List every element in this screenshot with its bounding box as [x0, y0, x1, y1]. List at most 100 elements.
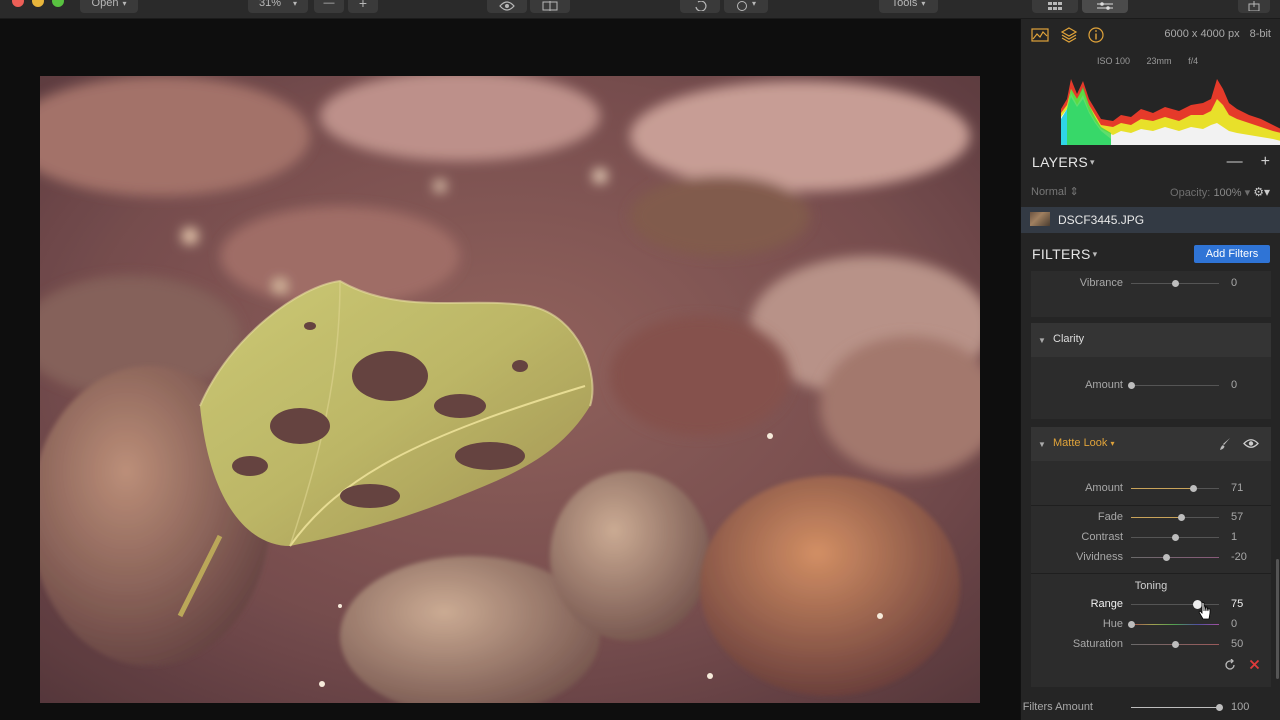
edit-view-button[interactable]: [1082, 0, 1128, 13]
opacity-control[interactable]: Opacity: 100% ▾ ⚙▾: [1170, 185, 1270, 199]
toolbar: Open ▾ 31% ▾ — + ▾ Tools ▾: [0, 0, 1280, 19]
fade-knob[interactable]: [1178, 514, 1186, 521]
filters-amount-track[interactable]: [1131, 704, 1223, 711]
fade-track[interactable]: [1131, 514, 1219, 521]
add-layer-button[interactable]: +: [1261, 153, 1270, 170]
chevron-down-icon: ▾: [1090, 157, 1095, 167]
reset-icon[interactable]: [1224, 659, 1236, 671]
layer-name: DSCF3445.JPG: [1058, 213, 1145, 227]
matte-amount-knob[interactable]: [1190, 485, 1198, 492]
photo-preview[interactable]: [40, 76, 980, 703]
contrast-knob[interactable]: [1172, 534, 1179, 541]
matte-look-header[interactable]: ▼ Matte Look ▾: [1031, 427, 1271, 461]
layers-icon[interactable]: [1060, 26, 1078, 44]
close-icon[interactable]: [1249, 659, 1260, 670]
filters-scrollbar[interactable]: [1276, 559, 1279, 679]
contrast-slider[interactable]: Contrast 1: [1031, 531, 1271, 545]
saturation-slider[interactable]: Saturation 50: [1031, 638, 1271, 652]
updown-icon: ⇕: [1069, 186, 1079, 198]
aperture-value: f/4: [1188, 56, 1199, 66]
history-icon: [736, 1, 747, 11]
clarity-amount-value: 0: [1231, 379, 1238, 391]
filters-amount-knob[interactable]: [1216, 704, 1223, 711]
vibrance-knob[interactable]: [1172, 280, 1179, 287]
preview-button[interactable]: [487, 0, 527, 13]
range-slider[interactable]: Range 75: [1031, 598, 1271, 612]
zoom-out-label: —: [323, 0, 335, 9]
contrast-track[interactable]: [1131, 534, 1219, 541]
share-icon: [1248, 1, 1260, 11]
saturation-track[interactable]: [1131, 641, 1219, 648]
matte-look-title-label: Matte Look: [1053, 437, 1108, 449]
vibrance-slider[interactable]: Vibrance 0: [1031, 277, 1271, 291]
collapse-triangle-icon[interactable]: ▼: [1038, 440, 1046, 449]
compare-button[interactable]: [530, 0, 570, 13]
filters-amount-fill: [1131, 707, 1219, 708]
clarity-amount-track[interactable]: [1128, 382, 1219, 389]
filters-amount-value: 100: [1231, 701, 1250, 713]
zoom-out-button[interactable]: —: [314, 0, 344, 13]
info-icon[interactable]: [1087, 26, 1105, 44]
layers-title[interactable]: LAYERS ▾: [1032, 154, 1095, 170]
contrast-label: Contrast: [1081, 531, 1123, 543]
zoom-in-button[interactable]: +: [348, 0, 378, 13]
clarity-amount-slider[interactable]: Amount 0: [1031, 379, 1271, 393]
close-window-button[interactable]: [12, 0, 24, 7]
eye-icon[interactable]: [1243, 438, 1259, 449]
previous-filter-card: Vibrance 0: [1031, 271, 1271, 317]
minimize-window-button[interactable]: [32, 0, 44, 7]
zoom-select[interactable]: 31% ▾: [248, 0, 308, 13]
opacity-value: 100%: [1213, 187, 1242, 199]
clarity-header[interactable]: ▼ Clarity: [1031, 323, 1271, 357]
layer-row[interactable]: DSCF3445.JPG: [1021, 207, 1280, 233]
clarity-amount-label: Amount: [1085, 379, 1123, 391]
histogram-icon[interactable]: [1031, 26, 1049, 44]
image-canvas[interactable]: [0, 19, 1020, 720]
open-button[interactable]: Open ▾: [80, 0, 138, 13]
undo-button[interactable]: [680, 0, 720, 13]
fade-label: Fade: [1097, 511, 1123, 523]
mouse-cursor-icon: [1198, 601, 1211, 620]
vividness-track[interactable]: [1131, 554, 1219, 561]
saturation-knob[interactable]: [1172, 641, 1179, 648]
matte-amount-track[interactable]: [1131, 485, 1219, 492]
matte-amount-value: 71: [1231, 482, 1244, 494]
browse-view-button[interactable]: [1032, 0, 1078, 13]
fade-slider[interactable]: Fade 57: [1031, 511, 1271, 525]
remove-layer-button[interactable]: —: [1227, 153, 1243, 170]
chevron-down-icon: ▾: [1110, 439, 1115, 448]
hue-track[interactable]: [1128, 621, 1219, 628]
collapse-triangle-icon[interactable]: ▼: [1038, 336, 1046, 345]
matte-amount-fill: [1131, 488, 1194, 489]
vibrance-track[interactable]: [1131, 280, 1219, 287]
hue-knob[interactable]: [1128, 621, 1135, 628]
chevron-down-icon: ▾: [921, 0, 926, 8]
photo-image: [40, 76, 980, 703]
filters-title[interactable]: FILTERS ▾: [1032, 246, 1097, 262]
vividness-knob[interactable]: [1163, 554, 1171, 561]
tools-button[interactable]: Tools ▾: [879, 0, 938, 13]
hue-slider[interactable]: Hue 0: [1031, 618, 1271, 632]
blend-mode-select[interactable]: Normal ⇕: [1031, 185, 1079, 198]
grid-icon: [1048, 2, 1062, 10]
history-button[interactable]: ▾: [724, 0, 768, 13]
clarity-amount-knob[interactable]: [1128, 382, 1135, 389]
vividness-slider[interactable]: Vividness -20: [1031, 551, 1271, 565]
filters-list: Vibrance 0 ▼ Clarity Amount 0 ▼ Matte Lo…: [1031, 271, 1271, 720]
brush-icon[interactable]: [1218, 437, 1232, 451]
saturation-label: Saturation: [1072, 638, 1123, 650]
gear-icon[interactable]: ⚙▾: [1253, 185, 1270, 199]
filters-amount-slider[interactable]: Filters Amount 100: [1021, 701, 1280, 715]
iso-value: ISO 100: [1097, 56, 1131, 66]
share-button[interactable]: [1238, 0, 1270, 13]
toning-title: Toning: [1134, 580, 1168, 592]
histogram: [1061, 79, 1280, 145]
vibrance-label: Vibrance: [1079, 277, 1123, 289]
add-filters-button[interactable]: Add Filters: [1194, 245, 1270, 263]
filters-amount-label: Filters Amount: [1022, 701, 1093, 713]
matte-amount-slider[interactable]: Amount 71: [1031, 482, 1271, 496]
compare-icon: [542, 1, 558, 11]
zoom-window-button[interactable]: [52, 0, 64, 7]
vividness-value: -20: [1231, 551, 1247, 563]
matte-look-title[interactable]: Matte Look ▾: [1053, 437, 1115, 449]
